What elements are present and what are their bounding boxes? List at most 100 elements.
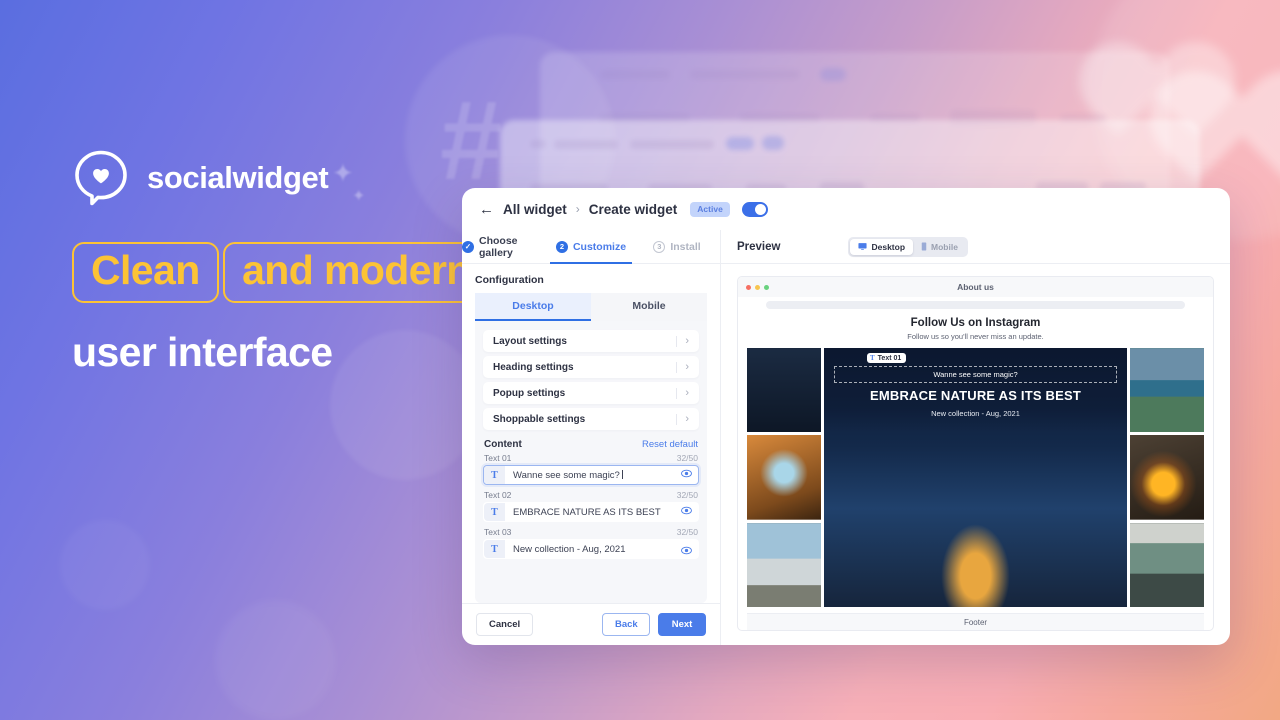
content-title: Content xyxy=(484,439,522,450)
row-shoppable-settings[interactable]: Shoppable settings › xyxy=(483,408,699,430)
brand-name: socialwidget xyxy=(147,160,329,195)
text-01-value: Wanne see some magic? xyxy=(505,469,681,481)
window-header: ← All widget › Create widget Active xyxy=(462,188,1230,230)
tab-desktop[interactable]: Desktop xyxy=(475,293,591,321)
overlay-text-02: EMBRACE NATURE AS ITS BEST xyxy=(869,388,1082,403)
device-tabs: Desktop Mobile xyxy=(462,293,720,321)
row-popup-settings[interactable]: Popup settings › xyxy=(483,382,699,404)
row-shoppable-settings-label: Shoppable settings xyxy=(493,413,586,425)
step-3-number: 3 xyxy=(653,240,666,253)
tab-install[interactable]: 3 Install xyxy=(634,230,720,263)
tab-customize[interactable]: 2 Customize xyxy=(548,230,634,264)
text-02-header: Text 02 32/50 xyxy=(483,490,699,502)
text-03-value: New collection - Aug, 2021 xyxy=(513,543,626,555)
step-tabs: ✓ Choose gallery 2 Customize 3 Install xyxy=(462,230,720,264)
eye-icon[interactable] xyxy=(681,503,692,521)
configuration-title: Configuration xyxy=(475,274,544,286)
text-01-counter: 32/50 xyxy=(676,453,698,463)
tab-install-label: Install xyxy=(670,240,701,253)
view-mode-desktop[interactable]: Desktop xyxy=(850,238,914,255)
configuration-pane: ✓ Choose gallery 2 Customize 3 Install C… xyxy=(462,230,721,645)
widget-preview: Follow Us on Instagram Follow us so you'… xyxy=(738,309,1213,630)
preview-header: Preview Desktop Mobile xyxy=(721,230,1230,264)
gallery-center-tile[interactable]: Wanne see some magic? EMBRACE NATURE AS … xyxy=(824,348,1127,607)
sparkle-icon: ✦ xyxy=(352,188,366,205)
step-2-number: 2 xyxy=(555,240,568,253)
headline-line-1-box: Clean xyxy=(72,242,219,304)
reset-default-link[interactable]: Reset default xyxy=(642,439,698,450)
hashtag-decoration-icon: # xyxy=(440,78,503,203)
text-icon: T xyxy=(484,503,505,521)
placeholder-bar xyxy=(766,301,1185,309)
gallery-tile[interactable] xyxy=(747,435,821,520)
chevron-right-icon: › xyxy=(676,335,689,347)
text-icon: T xyxy=(484,540,505,558)
decorative-circle xyxy=(215,600,335,720)
text-icon: T xyxy=(484,466,505,484)
breadcrumb-create-widget: Create widget xyxy=(588,201,678,217)
view-mode-mobile[interactable]: Mobile xyxy=(913,239,966,255)
browser-page-title: About us xyxy=(957,282,994,292)
browser-title-bar: About us xyxy=(738,277,1213,297)
cancel-button[interactable]: Cancel xyxy=(476,613,534,636)
headline-line-2-box: and modern xyxy=(223,242,490,304)
preview-title: Preview xyxy=(737,240,781,253)
text-02-value: EMBRACE NATURE AS ITS BEST xyxy=(513,506,661,518)
monitor-icon xyxy=(858,243,868,250)
headline-line-3: user interface xyxy=(72,329,333,376)
next-button[interactable]: Next xyxy=(658,613,706,636)
tab-choose-gallery-label: Choose gallery xyxy=(479,234,518,259)
back-arrow-icon[interactable]: ← xyxy=(479,202,494,217)
row-heading-settings[interactable]: Heading settings › xyxy=(483,356,699,378)
gallery-right-column xyxy=(1130,348,1204,607)
text-02-input[interactable]: T EMBRACE NATURE AS ITS BEST xyxy=(483,502,699,522)
gallery-tile[interactable] xyxy=(1130,522,1204,607)
marketing-headline: Clean and modern user interface xyxy=(72,242,490,376)
selection-badge: T Text 01 xyxy=(867,353,907,363)
speech-bubble-heart-icon xyxy=(72,148,130,208)
gallery-tile[interactable] xyxy=(1130,435,1204,520)
text-03-header: Text 03 32/50 xyxy=(483,527,699,539)
text-01-label: Text 01 xyxy=(484,453,512,463)
eye-icon[interactable] xyxy=(681,543,692,561)
brand-logo: socialwidget xyxy=(72,148,329,208)
widget-heading: Follow Us on Instagram xyxy=(910,317,1041,329)
view-mode-switch: Desktop Mobile xyxy=(848,236,968,257)
preview-body: About us Follow Us on Instagram Follow u… xyxy=(721,264,1230,645)
text-01-header: Text 01 32/50 xyxy=(483,453,699,465)
breadcrumb-separator: › xyxy=(575,202,580,216)
selection-badge-label: Text 01 xyxy=(877,354,902,362)
eye-icon[interactable] xyxy=(681,466,692,484)
gallery-tile[interactable] xyxy=(747,348,821,433)
chevron-right-icon: › xyxy=(676,361,689,373)
row-layout-settings[interactable]: Layout settings › xyxy=(483,330,699,352)
headline-line-1: Clean xyxy=(91,247,200,293)
tab-mobile[interactable]: Mobile xyxy=(591,293,707,321)
preview-footer-label: Footer xyxy=(747,613,1204,630)
text-03-counter: 32/50 xyxy=(676,527,698,537)
chevron-right-icon: › xyxy=(676,387,689,399)
chevron-right-icon: › xyxy=(676,413,689,425)
overlay-text-03: New collection - Aug, 2021 xyxy=(931,409,1020,419)
row-heading-settings-label: Heading settings xyxy=(493,361,574,373)
widget-subheading: Follow us so you'll never miss an update… xyxy=(907,332,1044,341)
active-toggle[interactable] xyxy=(741,201,768,217)
text-02-counter: 32/50 xyxy=(676,490,698,500)
browser-mockup: About us Follow Us on Instagram Follow u… xyxy=(737,276,1214,631)
overlay-text-01[interactable]: Wanne see some magic? xyxy=(834,366,1117,383)
gallery-tile[interactable] xyxy=(1130,348,1204,433)
row-popup-settings-label: Popup settings xyxy=(493,387,566,399)
gallery-tile[interactable] xyxy=(747,522,821,607)
phone-icon xyxy=(921,242,927,251)
row-layout-settings-label: Layout settings xyxy=(493,335,567,347)
step-1-check-icon: ✓ xyxy=(462,240,474,253)
app-window: ← All widget › Create widget Active ✓ Ch… xyxy=(462,188,1230,645)
text-03-input[interactable]: T New collection - Aug, 2021 xyxy=(483,539,699,559)
wizard-footer: Cancel Back Next xyxy=(462,603,720,645)
tab-choose-gallery[interactable]: ✓ Choose gallery xyxy=(462,230,548,263)
text-01-input[interactable]: T Wanne see some magic? xyxy=(483,465,699,485)
back-button[interactable]: Back xyxy=(602,613,650,636)
gallery-left-column xyxy=(747,348,821,607)
view-mode-desktop-label: Desktop xyxy=(871,241,906,252)
breadcrumb-all-widget[interactable]: All widget xyxy=(503,202,567,217)
